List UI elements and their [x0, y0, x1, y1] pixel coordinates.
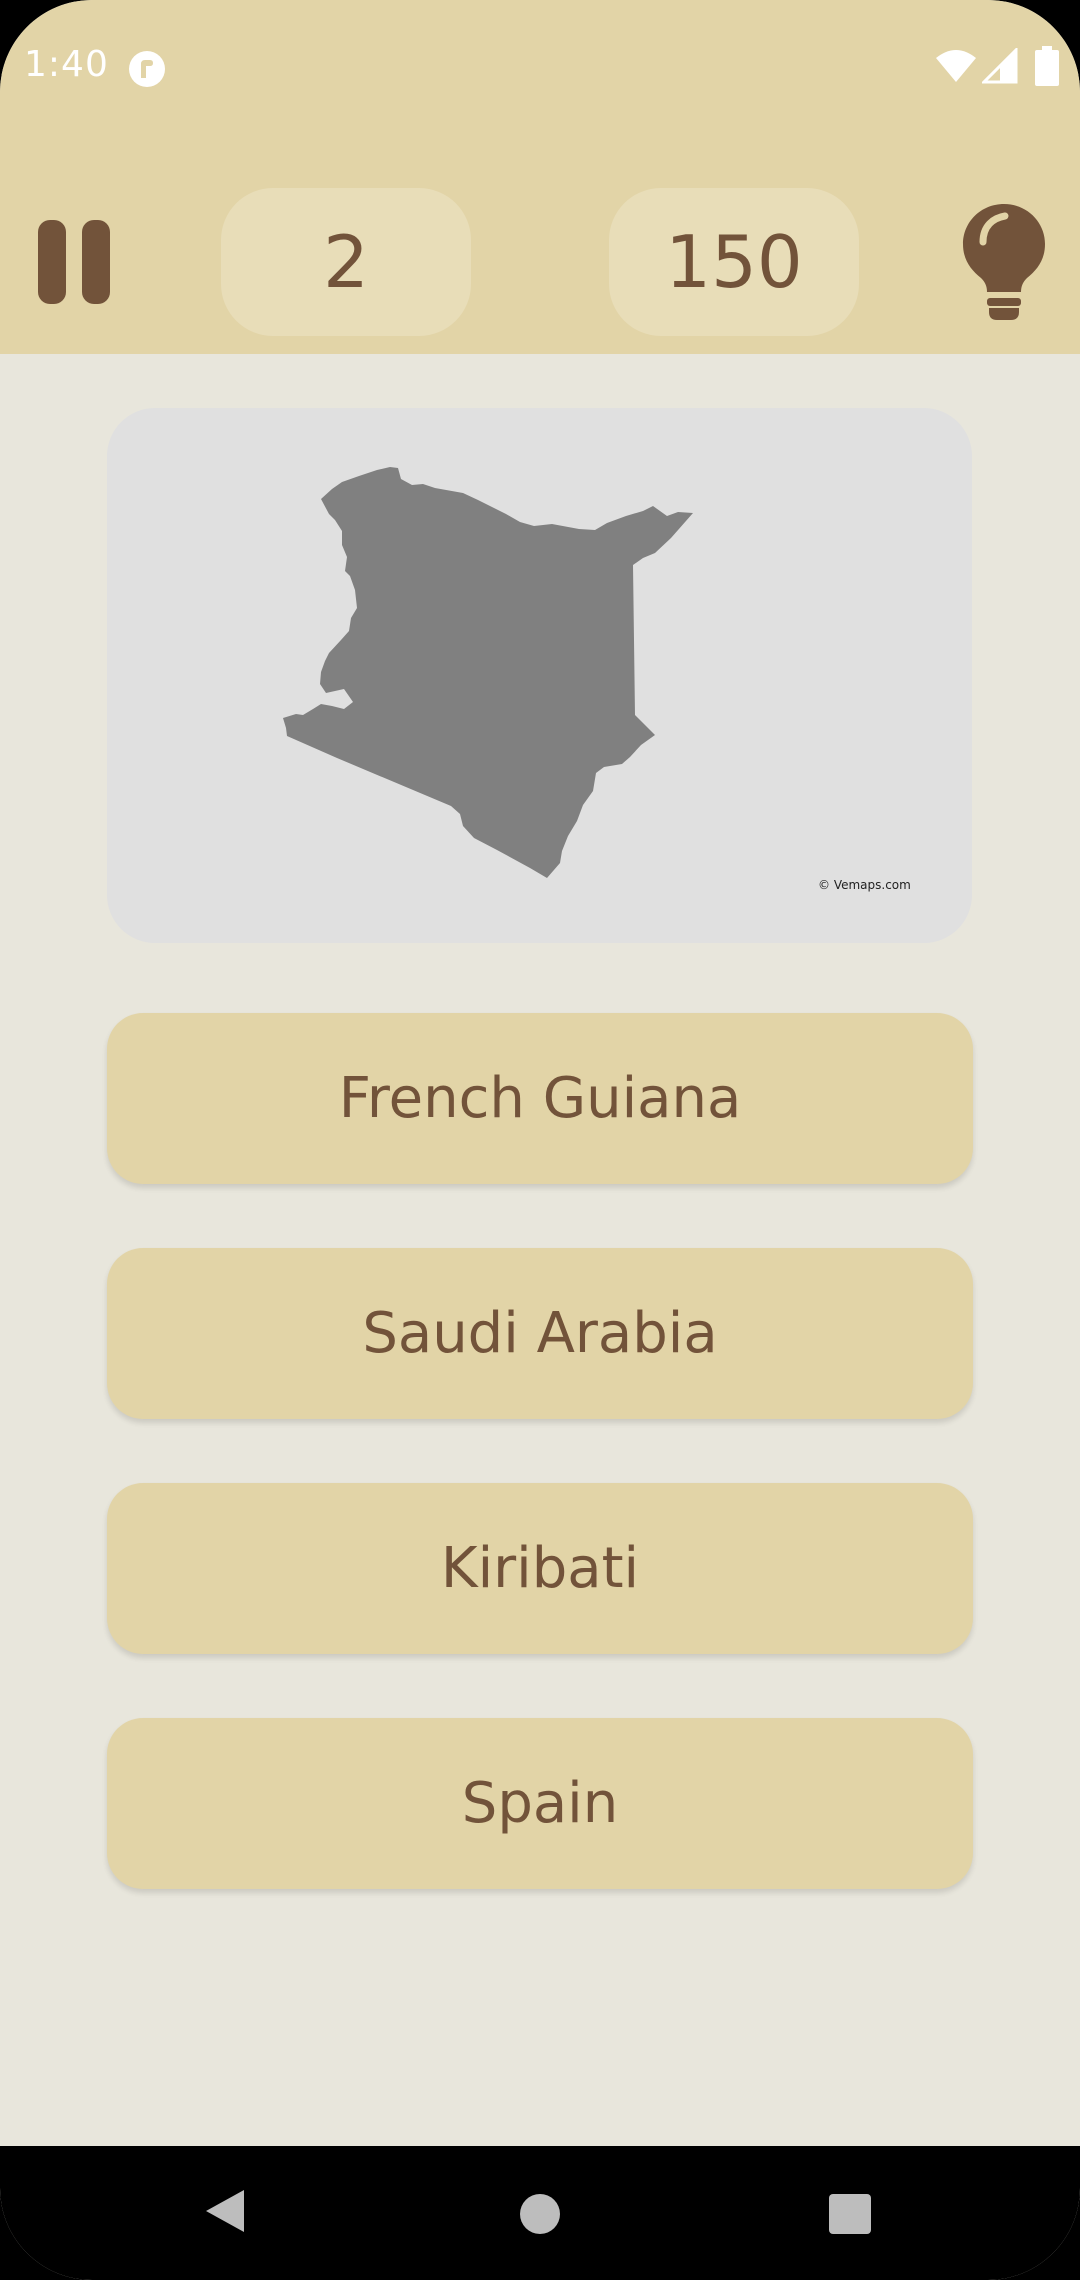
- cell-signal-icon: [982, 48, 1018, 84]
- lightbulb-icon: [963, 204, 1045, 320]
- answer-button-4[interactable]: Spain: [107, 1718, 973, 1889]
- status-time: 1:40: [24, 44, 109, 85]
- answer-label: Saudi Arabia: [362, 1301, 718, 1366]
- answer-label: Spain: [461, 1771, 619, 1836]
- battery-icon: [1035, 46, 1059, 86]
- pause-button[interactable]: [36, 218, 112, 306]
- answer-button-1[interactable]: French Guiana: [107, 1013, 973, 1184]
- back-icon[interactable]: [204, 2188, 246, 2234]
- answer-label: Kiribati: [440, 1536, 640, 1601]
- hint-button[interactable]: [961, 202, 1047, 322]
- r-circle-icon: [129, 51, 165, 87]
- map-card: © Vemaps.com: [107, 408, 972, 943]
- answer-label: French Guiana: [338, 1066, 742, 1131]
- app-screen: 1:40 2 150 © Vemaps.com French Guiana Sa…: [0, 0, 1080, 2280]
- header: 1:40 2 150: [0, 0, 1080, 354]
- home-icon[interactable]: [520, 2194, 560, 2234]
- score-counter: 150: [609, 188, 859, 336]
- pause-icon: [38, 220, 110, 304]
- score-value: 150: [665, 220, 803, 304]
- wifi-icon: [936, 50, 976, 82]
- level-value: 2: [323, 220, 369, 304]
- level-counter: 2: [221, 188, 471, 336]
- kenya-silhouette: [283, 467, 693, 878]
- map-credit: © Vemaps.com: [818, 878, 911, 892]
- recents-icon[interactable]: [829, 2194, 871, 2234]
- answer-button-3[interactable]: Kiribati: [107, 1483, 973, 1654]
- answer-button-2[interactable]: Saudi Arabia: [107, 1248, 973, 1419]
